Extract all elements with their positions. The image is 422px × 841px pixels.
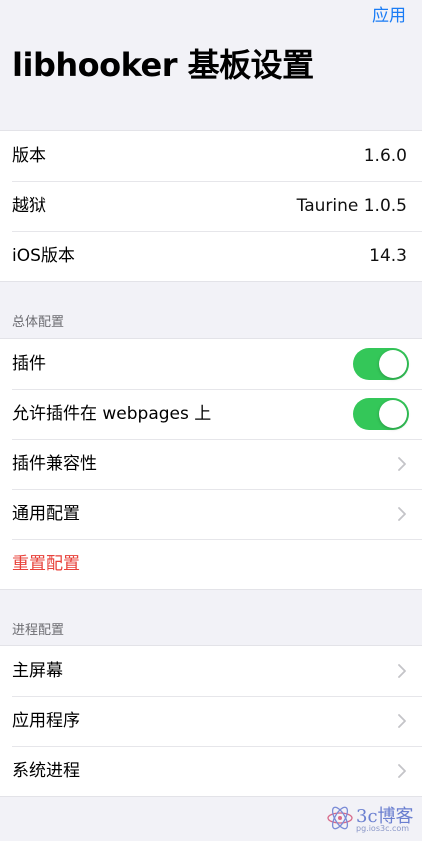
springboard-row[interactable]: 主屏幕 xyxy=(0,646,422,696)
version-row: 版本 1.6.0 xyxy=(0,131,422,181)
chevron-right-icon xyxy=(398,714,406,728)
chevron-right-icon xyxy=(398,507,406,521)
chevron-right-icon xyxy=(398,664,406,678)
applications-label: 应用程序 xyxy=(12,711,80,731)
version-value: 1.6.0 xyxy=(363,146,407,166)
tweak-compatibility-row[interactable]: 插件兼容性 xyxy=(0,439,422,489)
reset-config-label: 重置配置 xyxy=(12,554,80,574)
ios-version-label: iOS版本 xyxy=(12,246,75,266)
watermark: 3c博客 pg.ios3c.com xyxy=(322,800,422,838)
general-section-header: 总体配置 xyxy=(12,315,65,330)
jailbreak-label: 越狱 xyxy=(12,196,46,216)
system-processes-label: 系统进程 xyxy=(12,761,80,781)
system-processes-row[interactable]: 系统进程 xyxy=(0,746,422,796)
atom-logo-icon xyxy=(327,806,353,830)
webpages-tweaks-row: 允许插件在 webpages 上 xyxy=(0,389,422,439)
process-section-header: 进程配置 xyxy=(12,623,65,638)
general-group: 插件 允许插件在 webpages 上 插件兼容性 通用配置 重置配置 xyxy=(0,338,422,590)
ios-version-value: 14.3 xyxy=(369,246,407,266)
reset-config-row[interactable]: 重置配置 xyxy=(0,539,422,589)
toggle-knob xyxy=(379,400,407,428)
webpages-tweaks-label: 允许插件在 webpages 上 xyxy=(12,404,212,424)
webpages-tweaks-toggle[interactable] xyxy=(353,398,409,430)
ios-version-row: iOS版本 14.3 xyxy=(0,231,422,281)
version-label: 版本 xyxy=(12,146,46,166)
navigation-bar: 应用 xyxy=(0,0,422,26)
tweaks-toggle[interactable] xyxy=(353,348,409,380)
watermark-subtext: pg.ios3c.com xyxy=(356,824,410,833)
jailbreak-row: 越狱 Taurine 1.0.5 xyxy=(0,181,422,231)
applications-row[interactable]: 应用程序 xyxy=(0,696,422,746)
info-group: 版本 1.6.0 越狱 Taurine 1.0.5 iOS版本 14.3 xyxy=(0,130,422,282)
toggle-knob xyxy=(379,350,407,378)
jailbreak-value: Taurine 1.0.5 xyxy=(296,196,407,216)
chevron-right-icon xyxy=(398,764,406,778)
tweaks-row: 插件 xyxy=(0,339,422,389)
springboard-label: 主屏幕 xyxy=(12,661,63,681)
tweak-compatibility-label: 插件兼容性 xyxy=(12,454,97,474)
general-config-label: 通用配置 xyxy=(12,504,80,524)
apply-button[interactable]: 应用 xyxy=(372,1,406,26)
page-title: libhooker 基板设置 xyxy=(12,46,314,84)
chevron-right-icon xyxy=(398,457,406,471)
process-group: 主屏幕 应用程序 系统进程 xyxy=(0,645,422,797)
general-config-row[interactable]: 通用配置 xyxy=(0,489,422,539)
tweaks-label: 插件 xyxy=(12,354,46,374)
